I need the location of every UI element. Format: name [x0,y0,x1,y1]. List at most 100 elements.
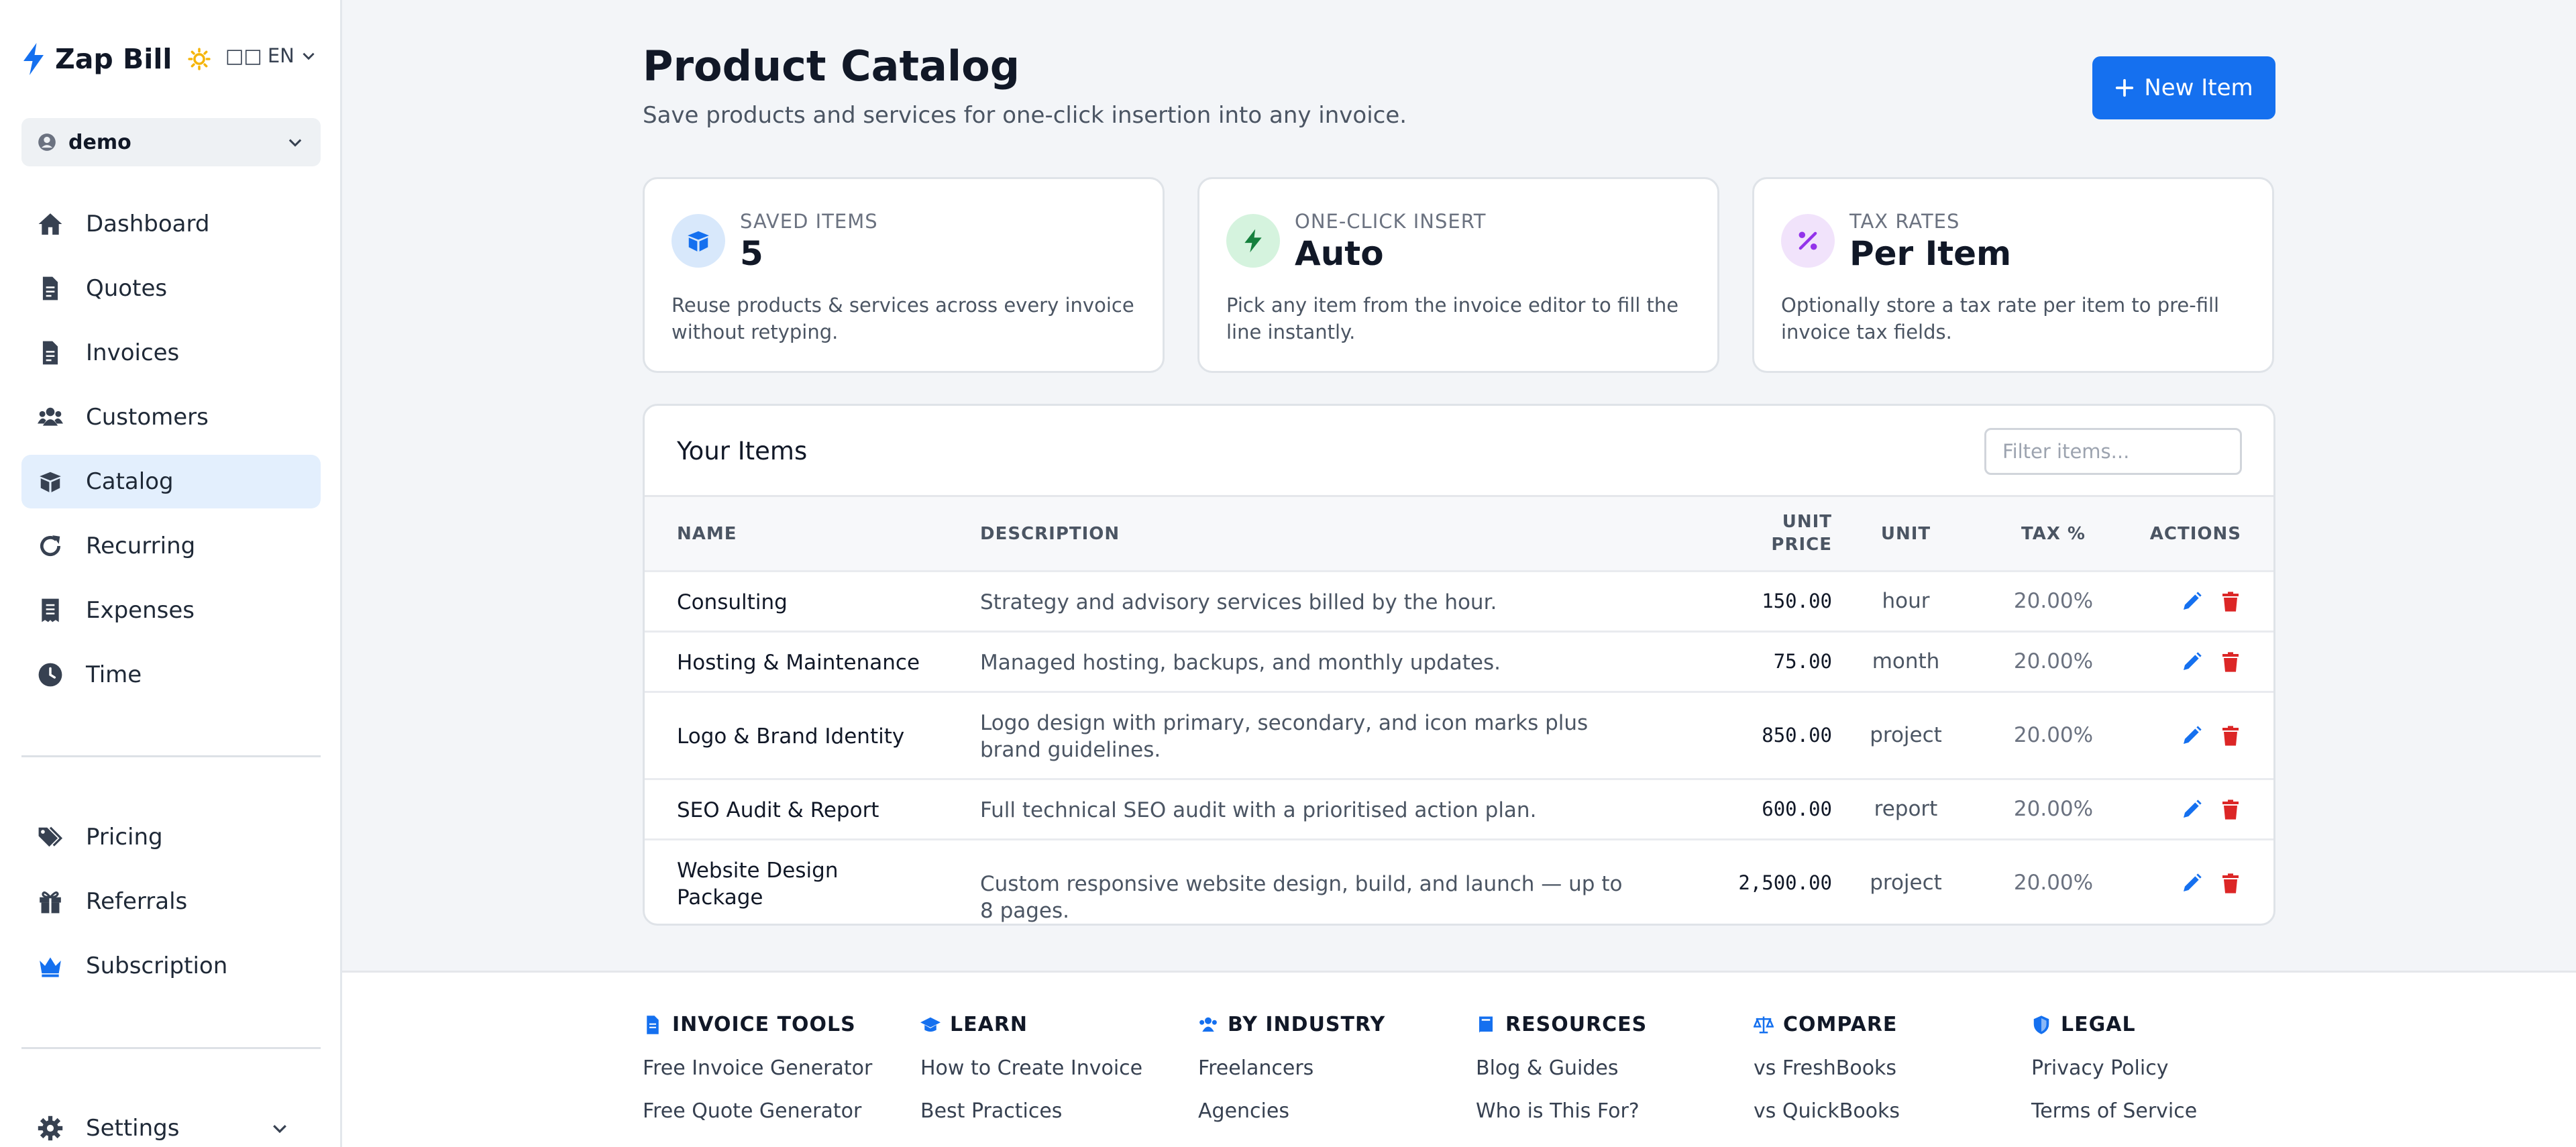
sun-icon[interactable] [188,48,211,70]
sidebar: Zap Bill □□ EN demo Dashboard Quotes Inv… [0,0,342,1147]
nav-item-quotes[interactable]: Quotes [21,262,321,315]
flag-placeholder: □□ [225,44,262,67]
footer-heading: RESOURCES [1476,1013,1647,1036]
refresh-icon [40,535,61,557]
item-unit: month [1872,649,1940,673]
column-header-unit-price-line1: UNIT [1782,512,1832,532]
stat-card-tax-rates: TAX RATES Per Item Optionally store a ta… [1752,177,2274,373]
items-table-card: Your Items NAME DESCRIPTION UNIT PRICE U… [643,404,2275,926]
item-name: Website Design Package [677,859,839,910]
column-header-unit[interactable]: UNIT [1866,523,1946,545]
language-selector[interactable]: □□ EN [225,44,317,67]
new-item-button[interactable]: New Item [2092,56,2275,119]
nav-item-catalog[interactable]: Catalog [21,455,321,508]
item-description: Strategy and advisory services billed by… [980,590,1497,614]
footer-link[interactable]: How to Create Invoice [920,1056,1142,1080]
item-name: Consulting [677,590,788,614]
footer-link[interactable]: Freelancers [1198,1056,1385,1080]
delete-trash-icon[interactable] [2220,873,2241,894]
edit-pencil-icon[interactable] [2181,725,2202,747]
table-row[interactable]: Hosting & Maintenance Managed hosting, b… [645,631,2273,691]
footer-heading-text: RESOURCES [1505,1013,1648,1036]
edit-pencil-icon[interactable] [2181,591,2202,612]
delete-trash-icon[interactable] [2220,651,2241,673]
table-row[interactable]: Logo & Brand Identity Logo design with p… [645,691,2273,778]
delete-trash-icon[interactable] [2220,799,2241,820]
nav-item-recurring[interactable]: Recurring [21,519,321,573]
file-icon [42,276,58,301]
page-title: Product Catalog [643,42,1020,91]
footer-heading-text: INVOICE TOOLS [672,1013,856,1036]
tags-icon [38,826,63,847]
nav-item-subscription[interactable]: Subscription [21,939,321,993]
stat-icon-wrap [1226,214,1280,268]
footer-link[interactable]: Agencies [1198,1099,1385,1123]
item-name: SEO Audit & Report [677,798,879,822]
nav-item-time[interactable]: Time [21,648,321,702]
nav-item-dashboard[interactable]: Dashboard [21,197,321,251]
table-row[interactable]: Consulting Strategy and advisory service… [645,570,2273,631]
footer-heading: COMPARE [1754,1013,1900,1036]
page-subtitle: Save products and services for one-click… [643,102,1407,129]
nav-item-customers[interactable]: Customers [21,390,321,444]
stat-value: 5 [740,234,763,273]
table-row[interactable]: Website Design Package Custom responsive… [645,838,2273,924]
column-header-unit-price[interactable]: UNIT PRICE [1771,510,1832,556]
footer-link[interactable]: Best Practices [920,1099,1142,1123]
items-table-title: Your Items [677,437,808,466]
footer-link[interactable]: vs QuickBooks [1754,1099,1900,1123]
account-switcher[interactable]: demo [21,118,321,166]
item-name: Logo & Brand Identity [677,724,905,749]
footer-link[interactable]: Blog & Guides [1476,1056,1647,1080]
footer-link[interactable]: Free Quote Generator [643,1099,872,1123]
nav-item-expenses[interactable]: Expenses [21,584,321,637]
footer-link[interactable]: Privacy Policy [2031,1056,2197,1080]
stat-icon-wrap [1781,214,1835,268]
stat-kicker: ONE-CLICK INSERT [1295,210,1487,233]
box-open-icon [40,472,61,492]
delete-trash-icon[interactable] [2220,725,2241,747]
nav-label: Customers [86,404,209,431]
filter-items-input[interactable] [1984,428,2242,475]
footer-link[interactable]: vs FreshBooks [1754,1056,1900,1080]
footer-link[interactable]: Who is This For? [1476,1099,1647,1123]
nav-label: Invoices [86,339,180,366]
footer-heading: INVOICE TOOLS [643,1013,872,1036]
users-icon [38,407,63,426]
item-tax: 20.00% [2013,797,2094,821]
chevron-down-icon [303,52,315,60]
nav-item-pricing[interactable]: Pricing [21,810,321,864]
nav-item-settings[interactable]: Settings [21,1101,321,1147]
nav-item-referrals[interactable]: Referrals [21,875,321,928]
edit-pencil-icon[interactable] [2181,651,2202,673]
footer-link[interactable]: Free Invoice Generator [643,1056,872,1080]
scale-icon [1754,1016,1774,1033]
column-header-description[interactable]: DESCRIPTION [980,523,1120,545]
new-item-label: New Item [2144,74,2253,101]
chevron-down-icon [273,1125,286,1134]
table-row[interactable]: SEO Audit & Report Full technical SEO au… [645,778,2273,838]
item-description: Full technical SEO audit with a prioriti… [980,798,1537,822]
gift-icon [40,891,61,914]
footer-column-resources: RESOURCES Blog & Guides Who is This For? [1476,1013,1647,1123]
footer-heading: BY INDUSTRY [1198,1013,1385,1036]
edit-pencil-icon[interactable] [2181,799,2202,820]
item-name: Hosting & Maintenance [677,651,920,675]
delete-trash-icon[interactable] [2220,591,2241,612]
footer-column-learn: LEARN How to Create Invoice Best Practic… [920,1013,1142,1123]
home-icon [38,213,62,235]
footer-heading-text: BY INDUSTRY [1228,1013,1386,1036]
nav-item-invoices[interactable]: Invoices [21,326,321,380]
footer-column-compare: COMPARE vs FreshBooks vs QuickBooks [1754,1013,1900,1123]
stat-description: Reuse products & services across every i… [672,294,1134,343]
language-code: EN [267,44,294,67]
brand[interactable]: Zap Bill [21,39,211,79]
column-header-actions: ACTIONS [2149,524,2241,544]
stat-description: Optionally store a tax rate per item to … [1781,294,2220,343]
edit-pencil-icon[interactable] [2181,873,2202,894]
column-header-tax[interactable]: TAX % [2013,523,2094,545]
stat-kicker: SAVED ITEMS [740,210,878,233]
column-header-name[interactable]: NAME [677,523,737,545]
footer-link[interactable]: Terms of Service [2031,1099,2197,1123]
footer-column-by-industry: BY INDUSTRY Freelancers Agencies [1198,1013,1385,1123]
